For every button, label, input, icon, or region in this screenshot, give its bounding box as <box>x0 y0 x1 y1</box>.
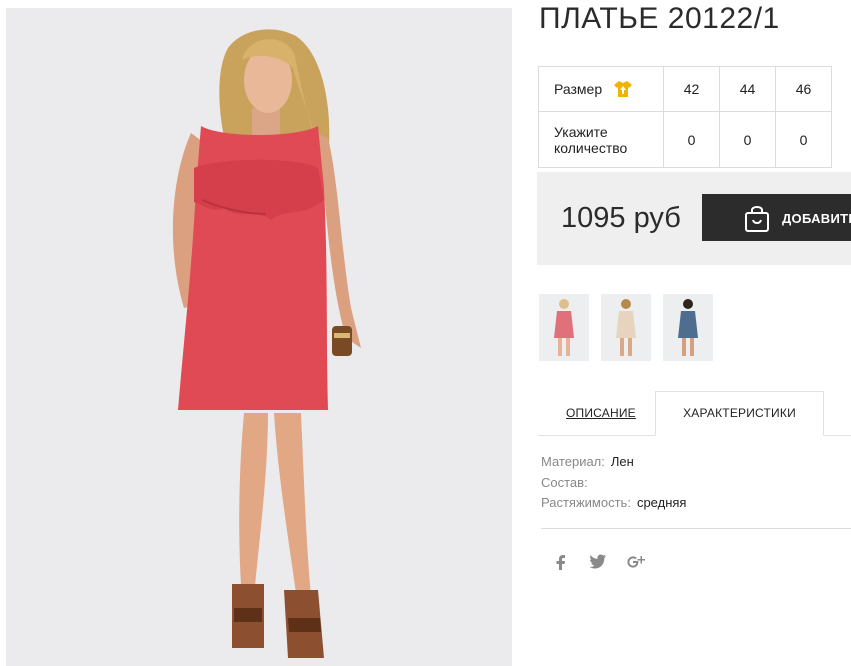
twitter-icon[interactable] <box>589 553 607 569</box>
size-table: Размер 42 44 46 Укажите количество 0 0 0 <box>538 66 832 168</box>
quantity-label: Укажите количество <box>538 111 664 168</box>
shopping-bag-icon <box>745 206 769 232</box>
google-plus-icon[interactable] <box>626 553 646 571</box>
characteristic-key: Растяжимость: <box>541 495 631 510</box>
tab-description[interactable]: ОПИСАНИЕ <box>566 406 636 420</box>
quantity-46-input[interactable]: 0 <box>775 111 832 168</box>
price-box: 1095 руб ДОБАВИТЬ <box>537 172 851 265</box>
characteristic-key: Материал: <box>541 454 605 469</box>
size-44[interactable]: 44 <box>719 66 776 112</box>
characteristic-row: Материал: Лен <box>541 454 686 475</box>
characteristic-key: Состав: <box>541 474 588 490</box>
size-label-cell: Размер <box>538 66 664 112</box>
size-chart-icon[interactable] <box>614 80 633 98</box>
size-46[interactable]: 46 <box>775 66 832 112</box>
thumbnail-2[interactable] <box>601 294 651 361</box>
characteristics-divider <box>541 528 851 529</box>
characteristic-value: средняя <box>636 495 687 510</box>
thumbnail-1-image <box>554 299 574 356</box>
product-photo[interactable] <box>6 8 512 666</box>
quantity-44-input[interactable]: 0 <box>719 111 776 168</box>
characteristic-value: Лен <box>610 454 634 469</box>
tab-characteristics[interactable]: ХАРАКТЕРИСТИКИ <box>655 391 824 436</box>
facebook-icon[interactable] <box>555 553 567 571</box>
characteristics-list: Материал: Лен Состав: Растяжимость: средня… <box>541 454 686 516</box>
size-label: Размер <box>554 81 603 97</box>
quantity-42-input[interactable]: 0 <box>663 111 720 168</box>
product-title: ПЛАТЬЕ 20122/1 <box>539 2 780 35</box>
add-to-cart-button[interactable]: ДОБАВИТЬ <box>702 194 851 241</box>
characteristic-row: Состав: <box>541 475 686 496</box>
thumbnail-1[interactable] <box>539 294 589 361</box>
price: 1095 руб <box>561 202 681 234</box>
add-to-cart-label: ДОБАВИТЬ <box>782 211 851 226</box>
thumbnail-3[interactable] <box>663 294 713 361</box>
size-42[interactable]: 42 <box>663 66 720 112</box>
thumbnail-3-image <box>678 299 698 356</box>
thumbnail-2-image <box>616 299 636 356</box>
characteristic-row: Растяжимость: средняя <box>541 495 686 516</box>
